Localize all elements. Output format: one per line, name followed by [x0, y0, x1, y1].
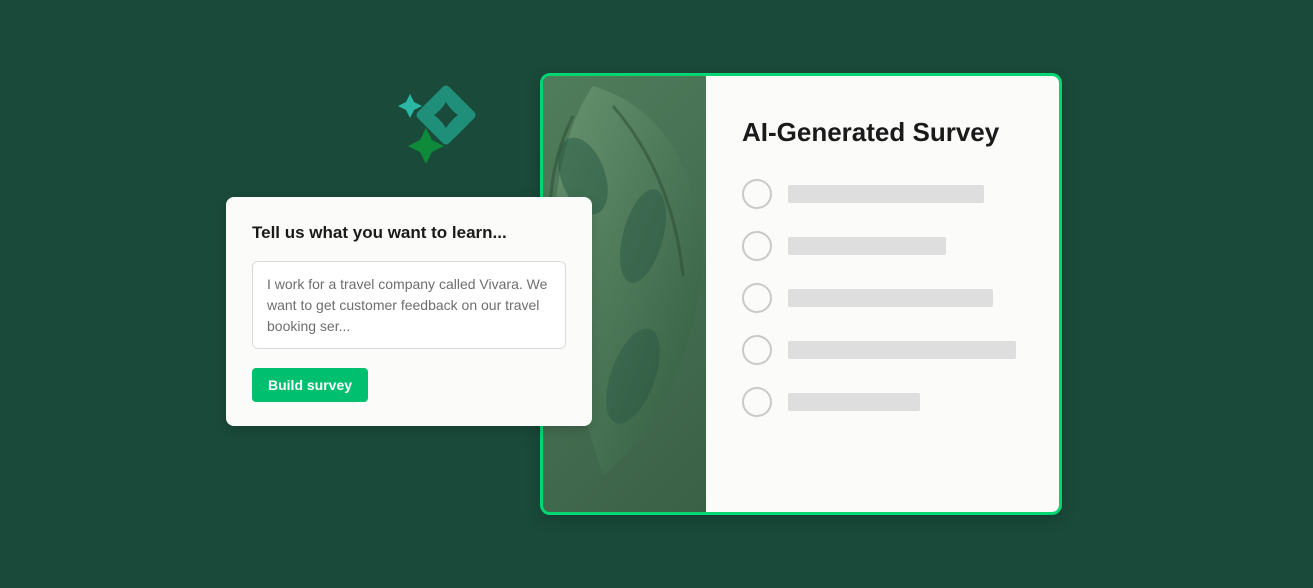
survey-option-row: [742, 387, 1027, 417]
radio-icon[interactable]: [742, 231, 772, 261]
survey-option-row: [742, 179, 1027, 209]
survey-option-row: [742, 283, 1027, 313]
survey-option-row: [742, 231, 1027, 261]
option-placeholder: [788, 237, 946, 255]
radio-icon[interactable]: [742, 335, 772, 365]
prompt-textarea[interactable]: [252, 261, 566, 349]
survey-preview-card: AI-Generated Survey: [540, 73, 1062, 515]
option-placeholder: [788, 393, 920, 411]
option-placeholder: [788, 185, 984, 203]
option-placeholder: [788, 341, 1016, 359]
radio-icon[interactable]: [742, 179, 772, 209]
survey-option-row: [742, 335, 1027, 365]
survey-title: AI-Generated Survey: [742, 116, 1027, 149]
prompt-card: Tell us what you want to learn... Build …: [226, 197, 592, 426]
prompt-heading: Tell us what you want to learn...: [252, 223, 566, 243]
radio-icon[interactable]: [742, 387, 772, 417]
radio-icon[interactable]: [742, 283, 772, 313]
sparkle-icon: [396, 82, 486, 172]
option-placeholder: [788, 289, 993, 307]
build-survey-button[interactable]: Build survey: [252, 368, 368, 402]
survey-content-panel: AI-Generated Survey: [706, 76, 1059, 512]
